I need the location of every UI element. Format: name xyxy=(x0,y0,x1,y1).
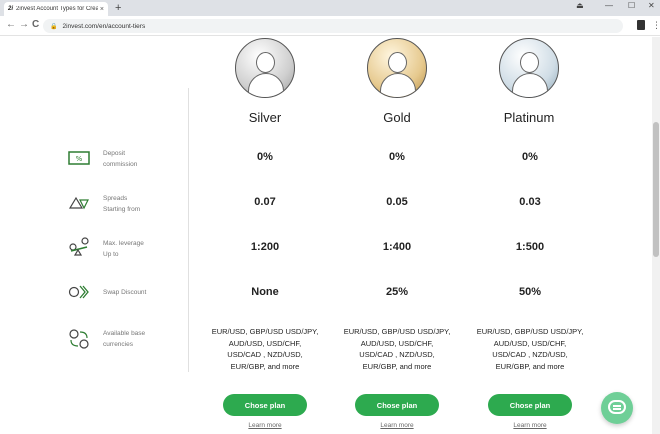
chose-plan-silver-button[interactable]: Chose plan xyxy=(223,394,307,416)
media-control-icon[interactable]: ⏏ xyxy=(576,1,584,10)
value-cell: None xyxy=(251,286,279,298)
browser-tab-bar: 2i 2invest Account Types for Crea × + ⏏ … xyxy=(0,0,660,16)
value-cell: 0% xyxy=(522,151,538,163)
browser-tab[interactable]: 2i 2invest Account Types for Crea × xyxy=(4,2,108,16)
row-label-leverage: Max. leverage Up to xyxy=(103,240,144,258)
value-cell: 25% xyxy=(385,286,409,298)
silver-avatar-icon xyxy=(235,38,295,98)
chat-widget-button[interactable] xyxy=(601,392,633,424)
scrollbar-thumb[interactable] xyxy=(653,122,659,257)
currencies-cell: EUR/USD, GBP/USD USD/JPY, AUD/USD, USD/C… xyxy=(343,327,451,371)
value-cell: 0.07 xyxy=(254,196,276,208)
currencies-cell: EUR/USD, GBP/USD USD/JPY, AUD/USD, USD/C… xyxy=(476,327,584,371)
reload-button[interactable]: C xyxy=(32,19,39,31)
svg-text:%: % xyxy=(76,155,83,163)
browser-menu-button[interactable]: ⋮ xyxy=(652,19,660,31)
row-label-deposit: Deposit commission xyxy=(103,150,138,168)
value-cell: 1:400 xyxy=(382,241,412,253)
learn-more-silver-link[interactable]: Learn more xyxy=(223,422,307,429)
leverage-icon xyxy=(69,237,89,256)
new-tab-button[interactable]: + xyxy=(115,2,121,14)
chose-plan-gold-button[interactable]: Chose plan xyxy=(355,394,439,416)
learn-more-gold-link[interactable]: Learn more xyxy=(355,422,439,429)
address-bar-row: ← → C 🔒 2invest.com/en/account-tiers ⋮ xyxy=(0,16,660,36)
currencies-cell: EUR/USD, GBP/USD USD/JPY, AUD/USD, USD/C… xyxy=(211,327,319,371)
column-divider xyxy=(188,88,189,372)
value-cell: 0% xyxy=(389,151,405,163)
tab-title: 2invest Account Types for Crea xyxy=(16,6,98,12)
tier-name-gold: Gold xyxy=(383,110,411,125)
tier-name-silver: Silver xyxy=(248,110,282,125)
value-cell: 1:200 xyxy=(250,241,280,253)
learn-more-platinum-link[interactable]: Learn more xyxy=(488,422,572,429)
value-cell: 50% xyxy=(518,286,542,298)
profile-icon[interactable] xyxy=(637,20,645,30)
gold-avatar-icon xyxy=(367,38,427,98)
account-tiers-page xyxy=(0,37,652,434)
url-text: 2invest.com/en/account-tiers xyxy=(62,22,146,30)
row-label-spreads: Spreads Starting from xyxy=(103,195,141,213)
chose-plan-platinum-button[interactable]: Chose plan xyxy=(488,394,572,416)
row-label-currencies: Available base currencies xyxy=(103,330,146,348)
value-cell: 0% xyxy=(257,151,273,163)
swap-discount-icon xyxy=(68,285,89,299)
page-scrollbar[interactable] xyxy=(652,37,660,434)
value-cell: 0.03 xyxy=(519,196,541,208)
currencies-exchange-icon xyxy=(69,329,89,349)
chat-bubble-icon xyxy=(608,400,626,414)
maximize-button[interactable]: ☐ xyxy=(628,1,635,10)
forward-button[interactable]: → xyxy=(19,19,29,31)
row-label-swap: Swap Discount xyxy=(103,289,147,296)
platinum-avatar-icon xyxy=(499,38,559,98)
tab-close-icon[interactable]: × xyxy=(100,6,104,13)
back-button[interactable]: ← xyxy=(6,19,16,31)
spread-triangles-icon xyxy=(68,196,89,210)
tier-name-platinum: Platinum xyxy=(503,110,555,125)
value-cell: 1:500 xyxy=(515,241,545,253)
value-cell: 0.05 xyxy=(386,196,408,208)
window-close-button[interactable]: ✕ xyxy=(648,1,655,10)
minimize-button[interactable]: — xyxy=(605,1,613,10)
percent-ticket-icon: % xyxy=(68,151,90,165)
url-field[interactable]: 🔒 2invest.com/en/account-tiers xyxy=(43,19,623,33)
site-favicon-icon: 2i xyxy=(8,6,14,12)
lock-icon: 🔒 xyxy=(50,23,58,30)
